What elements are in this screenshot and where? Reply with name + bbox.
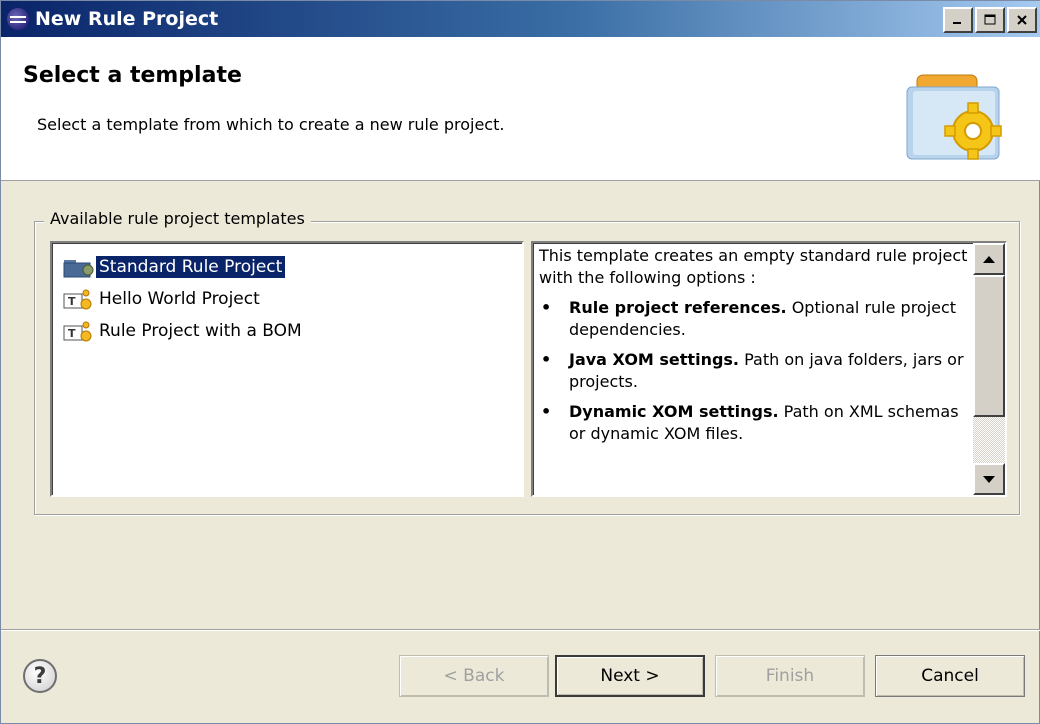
template-label: Hello World Project [99, 289, 260, 309]
finish-button[interactable]: Finish [715, 655, 865, 697]
description-text: This template creates an empty standard … [539, 245, 977, 453]
svg-text:T: T [68, 327, 76, 340]
description-item-title: Dynamic XOM settings. [569, 402, 779, 421]
help-icon: ? [33, 663, 47, 689]
title-bar[interactable]: New Rule Project [1, 1, 1040, 37]
template-description: This template creates an empty standard … [531, 241, 1007, 497]
svg-text:T: T [68, 295, 76, 308]
template-rule-project-with-bom[interactable]: T Rule Project with a BOM [62, 317, 305, 345]
rule-project-icon [63, 260, 94, 278]
template-project-icon: T [63, 321, 92, 342]
footer-separator [1, 629, 1040, 631]
bullet: • [541, 402, 552, 421]
template-standard-rule-project[interactable]: Standard Rule Project [62, 253, 286, 281]
maximize-button[interactable] [975, 7, 1005, 33]
help-button[interactable]: ? [23, 659, 57, 693]
template-label: Standard Rule Project [96, 256, 286, 278]
scrollbar-thumb[interactable] [973, 275, 1005, 417]
bullet: • [541, 350, 552, 369]
wizard-header: Select a template Select a template from… [1, 37, 1040, 181]
template-list[interactable]: Standard Rule Project T Hello World Proj… [50, 241, 524, 497]
new-project-wizard-icon [906, 74, 1002, 160]
page-title: Select a template [23, 63, 242, 88]
scroll-down-button[interactable] [973, 463, 1005, 495]
template-label: Rule Project with a BOM [99, 321, 302, 341]
next-button[interactable]: Next > [555, 655, 705, 697]
description-intro: This template creates an empty standard … [539, 246, 968, 287]
cancel-button[interactable]: Cancel [875, 655, 1025, 697]
vertical-scrollbar[interactable] [973, 243, 1005, 495]
new-rule-project-dialog: New Rule Project Select a template Selec… [0, 0, 1040, 724]
template-hello-world-project[interactable]: T Hello World Project [62, 285, 263, 313]
description-item: • Rule project references. Optional rule… [539, 297, 977, 341]
maximize-icon [984, 14, 996, 25]
window-controls [943, 7, 1037, 33]
window-title: New Rule Project [35, 8, 219, 30]
page-description: Select a template from which to create a… [37, 115, 505, 134]
close-button[interactable] [1007, 7, 1037, 33]
arrow-down-icon [983, 475, 995, 483]
eclipse-icon [7, 8, 29, 30]
description-item-title: Java XOM settings. [569, 350, 740, 369]
back-button[interactable]: < Back [399, 655, 549, 697]
template-project-icon: T [63, 289, 92, 310]
templates-group-label: Available rule project templates [44, 209, 311, 228]
scroll-up-button[interactable] [973, 243, 1005, 275]
description-item: • Dynamic XOM settings. Path on XML sche… [539, 401, 977, 445]
description-item-title: Rule project references. [569, 298, 787, 317]
minimize-icon [953, 22, 961, 24]
bullet: • [541, 298, 552, 317]
arrow-up-icon [983, 255, 995, 263]
description-item: • Java XOM settings. Path on java folder… [539, 349, 977, 393]
minimize-button[interactable] [943, 7, 973, 33]
close-icon [1017, 15, 1027, 25]
